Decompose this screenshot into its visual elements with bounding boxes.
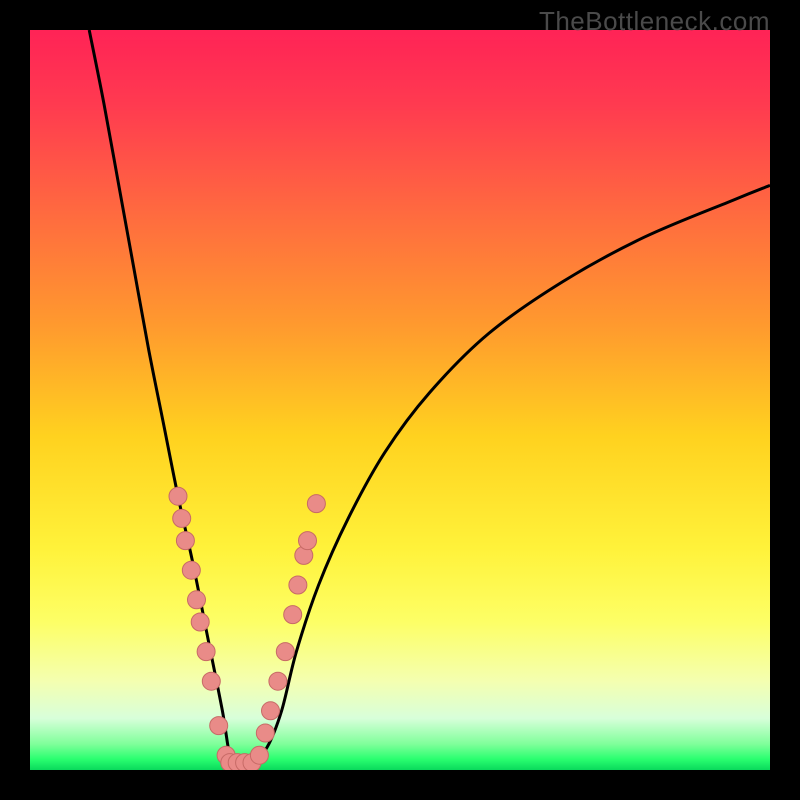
- highlight-dot: [284, 606, 302, 624]
- highlight-dot: [210, 717, 228, 735]
- highlight-dot: [250, 746, 268, 764]
- highlight-dot: [182, 561, 200, 579]
- highlight-dot: [299, 532, 317, 550]
- highlight-dot: [262, 702, 280, 720]
- highlight-dot: [256, 724, 274, 742]
- plot-area: [30, 30, 770, 770]
- bottleneck-curve: [89, 30, 770, 764]
- highlight-dot: [269, 672, 287, 690]
- highlight-dot: [197, 643, 215, 661]
- highlight-dot: [276, 643, 294, 661]
- highlight-dot: [173, 509, 191, 527]
- curve-layer: [30, 30, 770, 770]
- highlight-dot: [169, 487, 187, 505]
- highlight-dot: [289, 576, 307, 594]
- highlight-dot: [307, 495, 325, 513]
- chart-frame: TheBottleneck.com: [0, 0, 800, 800]
- highlight-dot: [176, 532, 194, 550]
- highlight-dot: [191, 613, 209, 631]
- watermark-text: TheBottleneck.com: [539, 6, 770, 37]
- highlight-dot: [202, 672, 220, 690]
- highlight-dot: [188, 591, 206, 609]
